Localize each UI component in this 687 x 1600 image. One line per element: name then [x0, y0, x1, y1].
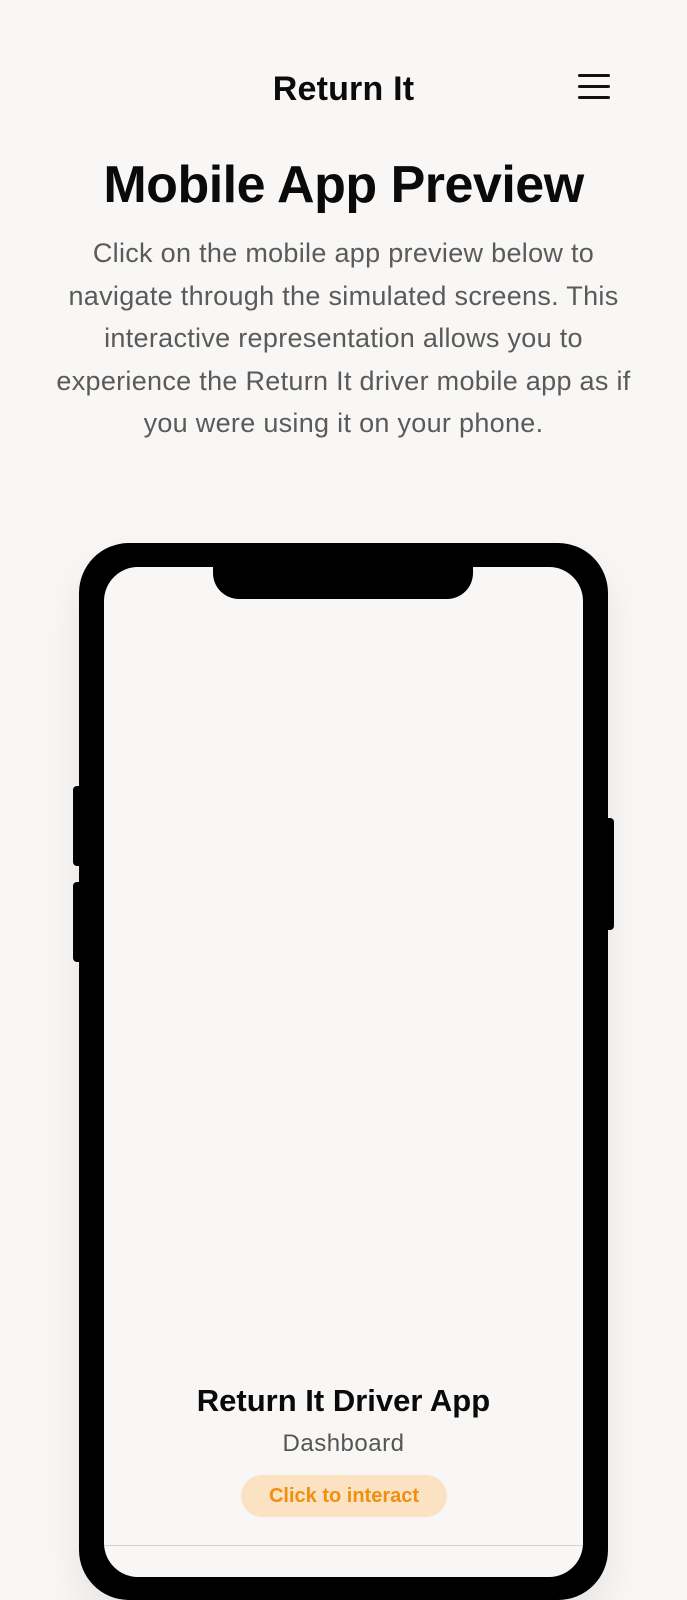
app-name: Return It Driver App — [196, 1383, 491, 1418]
click-to-interact-button[interactable]: Click to interact — [241, 1475, 447, 1517]
top-bar: Return It — [0, 58, 687, 128]
page-title: Mobile App Preview — [103, 156, 584, 214]
page: Return It Mobile App Preview Click on th… — [0, 0, 687, 1600]
intro-text: Click on the mobile app preview below to… — [56, 238, 631, 438]
screen-divider — [104, 1545, 583, 1546]
phone-preview[interactable]: Return It Driver App Dashboard Click to … — [79, 543, 608, 1600]
menu-line — [578, 85, 610, 88]
phone-screen[interactable]: Return It Driver App Dashboard Click to … — [104, 567, 583, 1577]
phone-notch — [213, 567, 473, 599]
hamburger-menu-icon[interactable] — [576, 72, 612, 102]
menu-line — [578, 96, 610, 99]
screen-name: Dashboard — [282, 1430, 405, 1457]
menu-line — [578, 74, 610, 77]
